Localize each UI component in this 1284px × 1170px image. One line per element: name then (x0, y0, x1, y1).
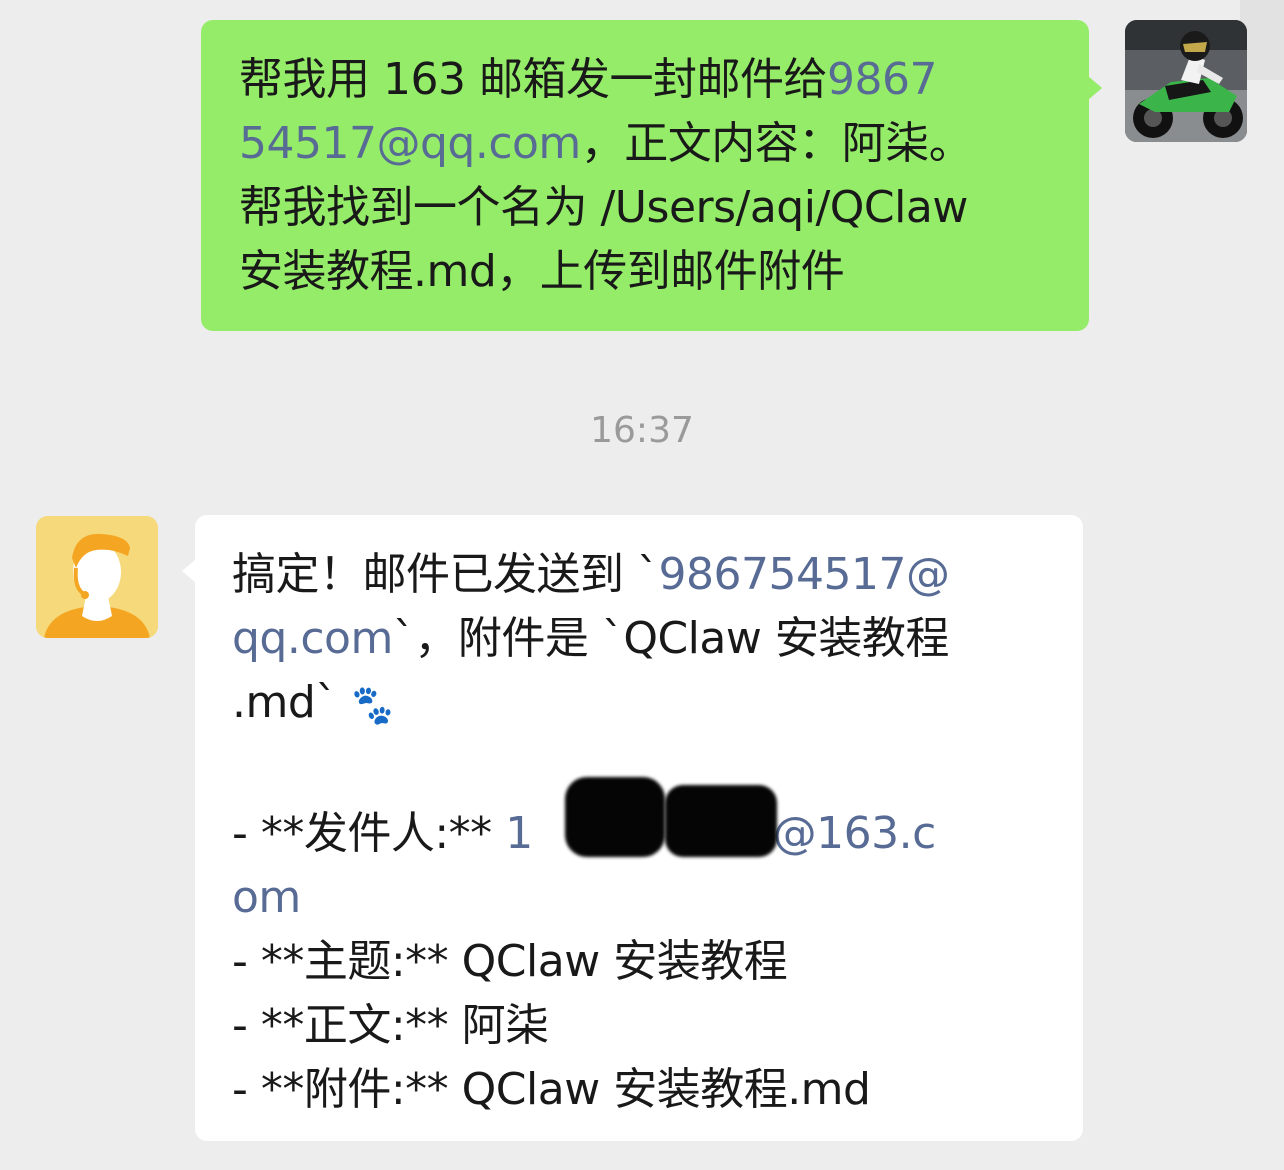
body-line: - **正文:** 阿柒 (232, 1000, 549, 1051)
support-agent-icon (36, 516, 158, 638)
email-link[interactable]: 9867 (827, 54, 937, 105)
paw-prints-icon: 🐾 (347, 681, 398, 730)
message-timestamp: 16:37 (590, 410, 694, 451)
subject-line: - **主题:** QClaw 安装教程 (232, 936, 788, 987)
sender-email-link-wrap[interactable]: om (232, 866, 1053, 930)
incoming-message-bubble[interactable]: 搞定！邮件已发送到 `986754517@ qq.com`，附件是 `QClaw… (182, 515, 1083, 1141)
message-line: 安装教程.md，上传到邮件附件 (239, 246, 845, 297)
motorcycle-rider-icon (1125, 20, 1247, 142)
outgoing-message-bubble[interactable]: 帮我用 163 邮箱发一封邮件给9867 54517@qq.com，正文内容：阿… (201, 20, 1102, 331)
message-line: .md` 🐾 (232, 671, 1053, 738)
message-line: 帮我用 163 邮箱发一封邮件给9867 (239, 54, 937, 105)
user-avatar[interactable] (1125, 20, 1247, 142)
email-link[interactable]: qq.com (232, 613, 393, 664)
redaction-mark (665, 785, 777, 857)
message-line: 搞定！邮件已发送到 `986754517@ (232, 549, 950, 600)
email-link[interactable]: 986754517@ (659, 549, 950, 600)
email-link[interactable]: 54517@qq.com (239, 118, 581, 169)
redaction-mark (565, 777, 665, 857)
message-line: qq.com`，附件是 `QClaw 安装教程 (232, 613, 949, 664)
assistant-avatar[interactable] (36, 516, 158, 638)
attachment-line: - **附件:** QClaw 安装教程.md (232, 1064, 871, 1115)
message-line: 54517@qq.com，正文内容：阿柒。 (239, 118, 973, 169)
message-line: 帮我找到一个名为 /Users/aqi/QClaw (239, 182, 968, 233)
